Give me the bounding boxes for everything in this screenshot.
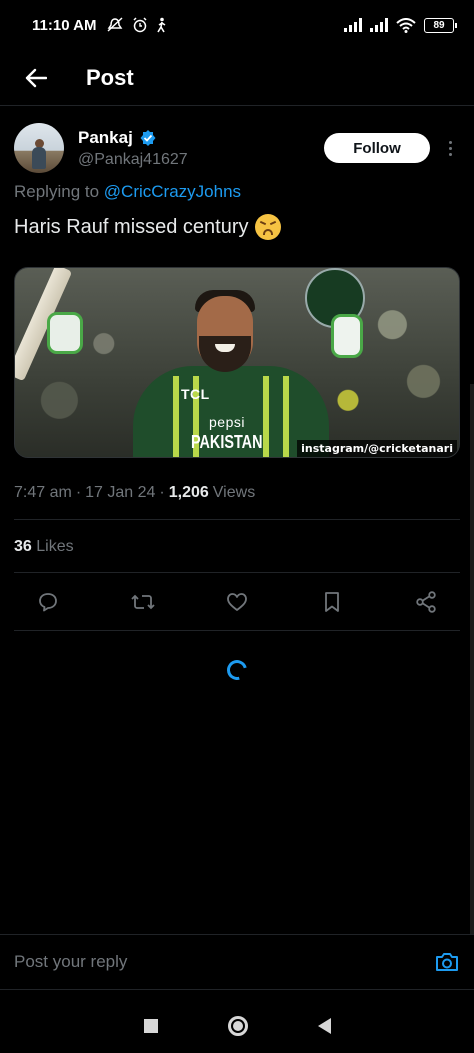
home-button[interactable] [227,1015,248,1036]
action-bar [14,584,460,620]
bookmark-icon [324,592,339,612]
status-time: 11:10 AM [32,16,97,34]
post-meta: 7:47 am · 17 Jan 24 · 1,206 Views [14,484,255,502]
right-glove [331,314,363,358]
confounded-face-icon [254,214,281,240]
sponsor-tcl: TCL [181,386,210,402]
battery-indicator: 89 [424,17,457,33]
meta-separator: · [159,484,165,501]
status-right-icons: 89 [344,17,457,33]
team-text: PAKISTAN [191,432,263,452]
reply-bar [0,934,474,990]
signal-icon [344,18,362,32]
views-count[interactable]: 1,206 [169,484,209,502]
comment-icon [39,593,57,612]
likes-stat[interactable]: 36 Likes [14,538,74,556]
sponsor-pepsi: pepsi [209,414,245,430]
status-left-icons [106,17,168,33]
post-text: Haris Rauf missed century [14,214,281,240]
arrow-left-icon [25,68,47,87]
page-title: Post [86,64,134,90]
signal-icon-2 [370,18,388,32]
replying-to: Replying to @CricCrazyJohns [14,182,241,202]
likes-count: 36 [14,538,32,555]
left-glove [47,312,83,354]
system-back-button[interactable] [317,1017,331,1034]
post-media-image[interactable]: TCL pepsi PAKISTAN instagram/@cricketana… [14,267,460,458]
likes-label: Likes [36,538,74,555]
recent-apps-button[interactable] [143,1018,158,1033]
wifi-icon [396,17,416,33]
divider [14,572,460,573]
more-dot-icon [448,140,452,144]
replying-to-label: Replying to [14,182,100,201]
walking-icon [157,17,166,33]
verified-badge-icon [140,129,156,146]
heart-icon [227,593,247,611]
like-button[interactable] [223,588,251,616]
author-name-row: Pankaj [78,128,188,148]
share-icon [416,591,436,613]
retweet-button[interactable] [129,588,157,616]
system-nav-bar [0,998,474,1053]
camera-icon[interactable] [434,951,460,973]
follow-button[interactable]: Follow [324,133,430,163]
retweet-icon [130,594,155,610]
author-handle[interactable]: @Pankaj41627 [78,151,188,169]
divider [14,519,460,520]
media-watermark: instagram/@cricketanari [297,440,457,457]
views-label: Views [212,484,256,501]
back-button[interactable] [18,60,54,96]
status-bar: 11:10 AM 89 [0,0,474,50]
reply-button[interactable] [34,588,62,616]
divider [14,630,460,631]
top-bar: Post [0,50,474,106]
post-time: 7:47 am [14,484,72,501]
author-name[interactable]: Pankaj [78,128,133,148]
scrollbar[interactable] [470,384,474,934]
avatar-body [32,147,46,169]
more-dot-icon [448,146,452,150]
author-info: Pankaj @Pankaj41627 [78,128,188,169]
alarm-icon [133,17,148,33]
loading-spinner-icon [223,656,251,684]
share-button[interactable] [412,588,440,616]
replying-to-handle-link[interactable]: @CricCrazyJohns [104,182,241,201]
avatar[interactable] [14,123,64,173]
bookmark-button[interactable] [318,588,346,616]
author-row: Pankaj @Pankaj41627 Follow [14,120,460,176]
more-options-button[interactable] [440,140,460,156]
reply-input[interactable] [14,952,434,972]
silent-icon [107,17,123,32]
post-date: 17 Jan 24 [85,484,156,501]
more-dot-icon [448,152,452,156]
post-text-content: Haris Rauf missed century [14,215,249,238]
meta-separator: · [75,484,82,501]
